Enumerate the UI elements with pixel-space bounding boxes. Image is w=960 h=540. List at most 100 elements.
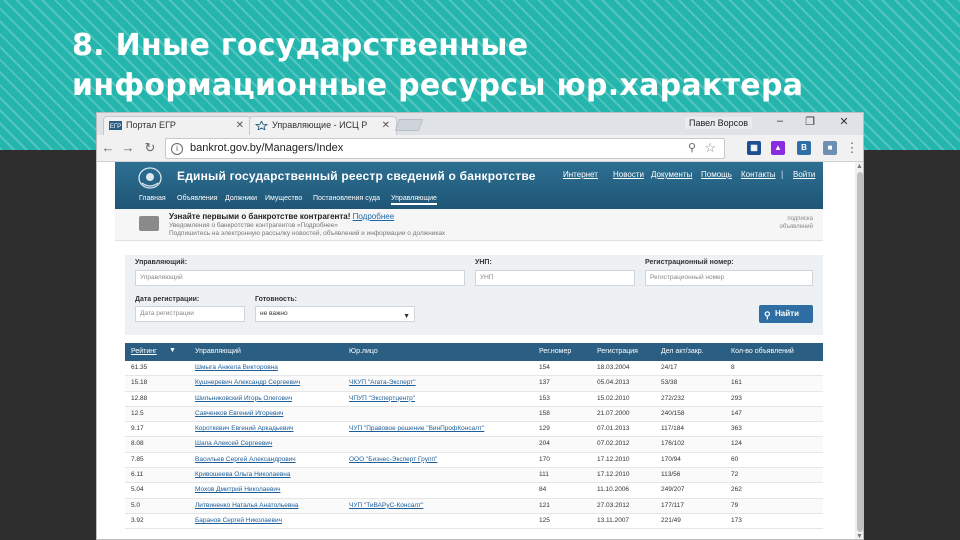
table-row[interactable]: 5.04 Мохов Дмитрий Николаевич 84 11.10.2006…: [125, 483, 823, 499]
cell-manager[interactable]: Васильев Сергей Александрович: [195, 456, 296, 463]
cell-manager[interactable]: Шмыга Анжела Викторовна: [195, 364, 278, 371]
cell-reg-number: 129: [539, 425, 550, 433]
nav-property[interactable]: Имущество: [265, 195, 302, 202]
extension-icon[interactable]: ■: [823, 141, 837, 155]
windows-flag-icon[interactable]: ▦: [747, 141, 761, 155]
nav-debtors[interactable]: Должники: [225, 195, 257, 202]
cell-manager[interactable]: Мохов Дмитрий Николаевич: [195, 486, 280, 493]
cell-legal-entity[interactable]: ЧКУП "Агата-Эксперт": [349, 379, 416, 386]
col-rating[interactable]: Рейтинг: [131, 348, 157, 355]
cell-manager[interactable]: Кривошеева Ольга Николаевна: [195, 471, 290, 478]
url-field[interactable]: i bankrot.gov.by/Managers/Index ⚲ ☆: [165, 138, 725, 159]
cell-cases: 24/17: [661, 364, 678, 371]
table-row[interactable]: 6.11 Кривошеева Ольга Николаевна 111 17.12.…: [125, 468, 823, 484]
cell-manager[interactable]: Шапа Алексей Сергеевич: [195, 440, 272, 447]
top-link-documents[interactable]: Документы: [651, 170, 692, 179]
reload-icon[interactable]: ↻: [143, 140, 157, 156]
tab-managers[interactable]: Управляющие - ИСЦ Р ✕: [249, 116, 397, 135]
menu-icon[interactable]: ⋮: [845, 140, 859, 156]
cell-legal-entity[interactable]: ООО "Бизнес-Эксперт Групп": [349, 456, 437, 463]
table-row[interactable]: 3.92 Баранов Сергей Николаевич 125 13.11.20…: [125, 513, 823, 530]
tab-bar: ЕГР Портал ЕГР ✕ Управляющие - ИСЦ Р ✕ П…: [97, 113, 863, 135]
table-row[interactable]: 7.85 Васильев Сергей Александрович ООО "Би…: [125, 452, 823, 469]
col-legal-entity[interactable]: Юр.лицо: [349, 348, 378, 355]
back-icon[interactable]: ←: [101, 140, 115, 156]
manager-input[interactable]: Управляющий: [135, 270, 465, 286]
cell-announcements: 173: [731, 516, 742, 524]
cell-reg-number: 84: [539, 486, 547, 494]
tab-label: Управляющие - ИСЦ Р: [272, 120, 368, 130]
cell-legal-entity[interactable]: ЧУП "ТиВАРуС-Консалт": [349, 502, 423, 509]
url-text[interactable]: bankrot.gov.by/Managers/Index: [190, 142, 343, 154]
extension-icon[interactable]: ▲: [771, 141, 785, 155]
new-tab-button[interactable]: [394, 119, 424, 131]
maximize-icon[interactable]: ❐: [803, 115, 817, 128]
minimize-icon[interactable]: –: [773, 115, 787, 127]
top-link-contacts[interactable]: Контакты: [741, 170, 776, 179]
subscribe-more-link[interactable]: Подробнее: [353, 212, 395, 221]
cell-registration: 21.07.2000: [597, 409, 630, 417]
nav-home[interactable]: Главная: [139, 195, 166, 202]
cell-announcements: 124: [731, 440, 742, 448]
ready-select[interactable]: не важно ▼: [255, 306, 415, 322]
table-row[interactable]: 5.0 Литвиненко Наталья Анатольевна ЧУП "Ти…: [125, 498, 823, 514]
col-registration[interactable]: Регистрация: [597, 348, 638, 355]
table-row[interactable]: 9.17 Короткевич Евгений Аркадьевич ЧУП "Пр…: [125, 422, 823, 438]
nav-announcements[interactable]: Объявления: [177, 195, 218, 202]
bookmark-star-icon[interactable]: ☆: [704, 140, 716, 156]
cell-manager[interactable]: Савченков Евгений Игоревич: [195, 410, 283, 417]
top-link-news[interactable]: Новости: [613, 170, 644, 179]
regdate-input[interactable]: Дата регистрации: [135, 306, 245, 322]
tab-portal[interactable]: ЕГР Портал ЕГР ✕: [103, 116, 251, 135]
col-cases[interactable]: Дел акт/закр.: [661, 348, 704, 355]
forward-icon[interactable]: →: [121, 140, 135, 156]
scroll-down-icon[interactable]: ▼: [856, 533, 863, 539]
close-icon[interactable]: ✕: [382, 117, 390, 134]
cell-legal-entity[interactable]: ЧУП "Правовое решение "ВинПрофКонсалт": [349, 425, 484, 432]
table-row[interactable]: 15.18 Кушнеревич Александр Сергеевич ЧКУП …: [125, 376, 823, 392]
cell-manager[interactable]: Шильниковский Игорь Олегович: [195, 395, 292, 402]
find-button[interactable]: ⚲ Найти: [759, 305, 813, 323]
scroll-up-icon[interactable]: ▲: [856, 163, 863, 170]
cell-cases: 240/158: [661, 409, 685, 417]
cell-reg-number: 137: [539, 379, 550, 387]
table-row[interactable]: 61.35 Шмыга Анжела Викторовна 154 18.03.200…: [125, 361, 823, 377]
cell-registration: 15.02.2010: [597, 394, 630, 402]
site-header: Единый государственный реестр сведений о…: [115, 162, 823, 209]
cell-reg-number: 158: [539, 409, 550, 417]
regnum-input[interactable]: Регистрационный номер: [645, 270, 813, 286]
close-icon[interactable]: ✕: [236, 117, 244, 134]
chevron-down-icon[interactable]: ▼: [169, 347, 176, 354]
unp-input[interactable]: УНП: [475, 270, 635, 286]
col-announcements[interactable]: Кол-во объявлений: [731, 348, 794, 355]
table-row[interactable]: 12.88 Шильниковский Игорь Олегович ЧПУП "Э…: [125, 391, 823, 407]
search-icon[interactable]: ⚲: [688, 141, 696, 154]
nav-managers[interactable]: Управляющие: [391, 195, 437, 205]
cell-rating: 9.17: [131, 425, 144, 433]
cell-manager[interactable]: Короткевич Евгений Аркадьевич: [195, 425, 293, 432]
cell-cases: 117/184: [661, 425, 685, 433]
cell-legal-entity[interactable]: ЧПУП "Экспертцентр": [349, 395, 415, 402]
scroll-thumb[interactable]: [857, 172, 863, 532]
cell-manager[interactable]: Кушнеревич Александр Сергеевич: [195, 379, 300, 386]
close-window-icon[interactable]: ✕: [837, 115, 851, 128]
col-reg-number[interactable]: Рег.номер: [539, 348, 571, 355]
top-link-login[interactable]: Войти: [793, 170, 815, 179]
table-row[interactable]: 12.5 Савченков Евгений Игоревич 158 21.07.2…: [125, 406, 823, 423]
profile-name[interactable]: Павел Ворсов: [685, 117, 753, 129]
top-link-internet[interactable]: Интернет: [563, 170, 598, 179]
cell-manager[interactable]: Литвиненко Наталья Анатольевна: [195, 502, 299, 509]
col-manager[interactable]: Управляющий: [195, 348, 241, 355]
info-icon[interactable]: i: [171, 143, 183, 155]
egr-logo-icon: ЕГР: [109, 121, 122, 130]
nav-court-decisions[interactable]: Постановления суда: [313, 195, 380, 202]
subscribe-side-note[interactable]: подписка объявлений: [780, 215, 813, 231]
table-row[interactable]: 8.08 Шапа Алексей Сергеевич 204 07.02.2012 1…: [125, 437, 823, 453]
ready-value: не важно: [260, 310, 288, 317]
cell-rating: 12.88: [131, 394, 148, 402]
cell-reg-number: 153: [539, 394, 550, 402]
top-link-help[interactable]: Помощь: [701, 170, 732, 179]
vk-icon[interactable]: В: [797, 141, 811, 155]
cell-manager[interactable]: Баранов Сергей Николаевич: [195, 517, 282, 524]
scrollbar[interactable]: ▲ ▼: [855, 162, 863, 539]
